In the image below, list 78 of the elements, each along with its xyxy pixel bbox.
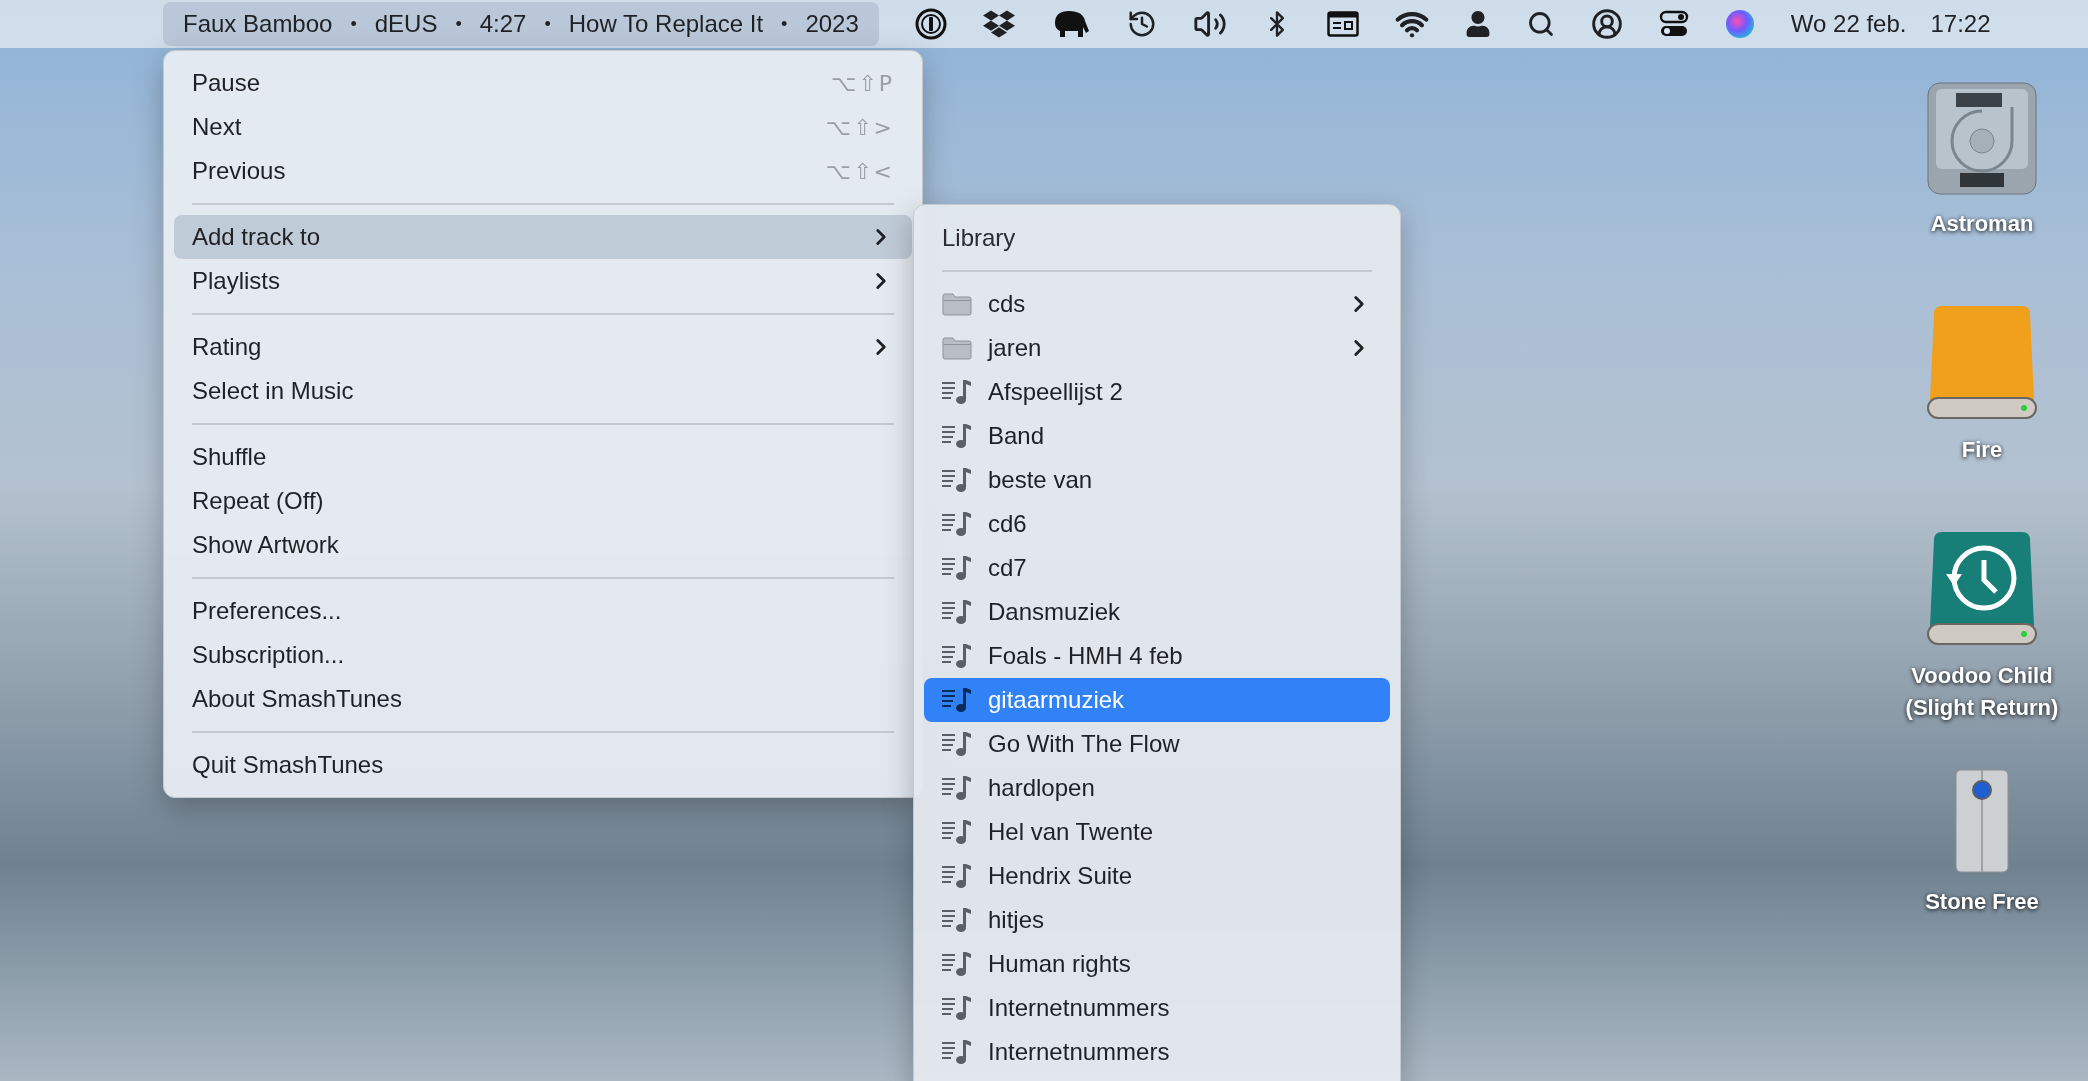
- playlist-icon: [942, 995, 972, 1021]
- playlist-menu-item[interactable]: cds: [924, 282, 1390, 326]
- menu-item[interactable]: Previous ⌥⇧<: [174, 149, 912, 193]
- playlist-icon: [942, 599, 972, 625]
- separator-dot: •: [455, 12, 462, 36]
- time-machine-drive-icon: [1924, 530, 2040, 648]
- folder-icon: [942, 336, 972, 360]
- now-playing-button[interactable]: Faux Bamboo • dEUS • 4:27 • How To Replace It • 2023: [163, 2, 879, 46]
- password-manager-icon[interactable]: [914, 8, 947, 40]
- now-playing-text: 4:27: [479, 9, 527, 39]
- menu-item[interactable]: Show Artwork: [174, 523, 912, 567]
- playlist-menu-item[interactable]: beste van: [924, 458, 1390, 502]
- now-playing-text: 2023: [805, 9, 859, 39]
- menu-item[interactable]: Pause ⌥⇧P: [174, 61, 912, 105]
- menu-item[interactable]: Rating: [174, 325, 912, 369]
- playlist-icon: [942, 687, 972, 713]
- now-playing-text: dEUS: [374, 9, 438, 39]
- separator-dot: •: [350, 12, 357, 36]
- playlist-menu-item[interactable]: Human rights: [924, 942, 1390, 986]
- menu-item[interactable]: Add track to: [174, 215, 912, 259]
- now-playing-text: Faux Bamboo: [183, 9, 333, 39]
- shortcut-label: ⌥⇧>: [825, 113, 894, 142]
- playlist-icon: [942, 907, 972, 933]
- submenu-header: Library: [942, 223, 1016, 253]
- playlist-icon: [942, 951, 972, 977]
- tower-drive-icon: [1954, 768, 2010, 874]
- user-circle-icon[interactable]: [1590, 8, 1623, 40]
- playlist-icon: [942, 1039, 972, 1065]
- menu-item[interactable]: Repeat (Off): [174, 479, 912, 523]
- date-text[interactable]: Wo 22 feb.: [1790, 6, 1907, 42]
- playlist-menu-item[interactable]: Internetnummers: [924, 1030, 1390, 1074]
- playlist-menu-item[interactable]: Foals - HMH 4 feb: [924, 634, 1390, 678]
- external-drive-icon: [1924, 304, 2040, 422]
- menu-item[interactable]: Subscription...: [174, 633, 912, 677]
- playlist-menu-item[interactable]: Afspeellijst 2: [924, 370, 1390, 414]
- playlist-icon: [942, 863, 972, 889]
- menu-item[interactable]: Next ⌥⇧>: [174, 105, 912, 149]
- control-center-icon[interactable]: [1658, 9, 1689, 39]
- time-text[interactable]: 17:22: [1930, 6, 1991, 42]
- playlist-menu-item[interactable]: hitjes: [924, 898, 1390, 942]
- menu-item[interactable]: Quit SmashTunes: [174, 743, 912, 787]
- menu-item[interactable]: About SmashTunes: [174, 677, 912, 721]
- playlist-icon: [942, 731, 972, 757]
- playlist-menu-item[interactable]: gitaarmuziek: [924, 678, 1390, 722]
- playlist-icon: [942, 379, 972, 405]
- folder-icon: [942, 292, 972, 316]
- shortcut-label: ⌥⇧P: [830, 69, 894, 98]
- playlist-icon: [942, 555, 972, 581]
- playlist-menu-item[interactable]: Internetnummers: [924, 986, 1390, 1030]
- shortcut-label: ⌥⇧<: [825, 157, 894, 186]
- menu-item[interactable]: Shuffle: [174, 435, 912, 479]
- playlist-icon: [942, 775, 972, 801]
- menu-item[interactable]: Playlists: [174, 259, 912, 303]
- drive-label[interactable]: Stone Free: [1925, 886, 2039, 918]
- playlist-menu-item[interactable]: Hel van Twente: [924, 810, 1390, 854]
- playlist-menu-item[interactable]: cd7: [924, 546, 1390, 590]
- menu-item[interactable]: Preferences...: [174, 589, 912, 633]
- playlist-menu-item[interactable]: jaren: [924, 326, 1390, 370]
- menu-item[interactable]: Select in Music: [174, 369, 912, 413]
- playlist-menu-item[interactable]: Dansmuziek: [924, 590, 1390, 634]
- dropbox-icon[interactable]: [982, 8, 1015, 40]
- now-playing-text: How To Replace It: [568, 9, 764, 39]
- user-icon[interactable]: [1464, 11, 1491, 37]
- playlist-icon: [942, 423, 972, 449]
- playlist-icon: [942, 819, 972, 845]
- search-icon[interactable]: [1526, 10, 1555, 38]
- separator-dot: •: [544, 12, 551, 36]
- playlist-menu-item[interactable]: cd6: [924, 502, 1390, 546]
- playlist-icon: [942, 511, 972, 537]
- playlist-icon: [942, 643, 972, 669]
- playlist-menu-item[interactable]: hardlopen: [924, 766, 1390, 810]
- playlist-menu-item[interactable]: Band: [924, 414, 1390, 458]
- playlist-menu-item[interactable]: Go With The Flow: [924, 722, 1390, 766]
- playlist-menu-item[interactable]: Hendrix Suite: [924, 854, 1390, 898]
- separator-dot: •: [781, 12, 788, 36]
- keyboard-window-icon[interactable]: [1326, 11, 1359, 37]
- playlist-icon: [942, 467, 972, 493]
- siri-icon[interactable]: [1724, 9, 1755, 39]
